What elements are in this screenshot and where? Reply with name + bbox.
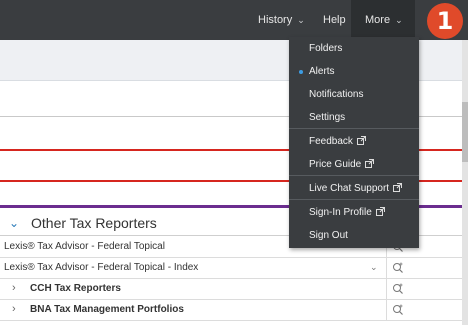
menu-item-label: Sign-In Profile — [309, 207, 372, 218]
scrollbar-thumb[interactable] — [462, 102, 468, 162]
more-dropdown-menu: Folders Alerts Notifications Settings Fe… — [289, 37, 419, 248]
chevron-right-icon[interactable]: › — [12, 303, 16, 315]
help-label: Help — [323, 14, 346, 26]
menu-item-sign-in-profile[interactable]: Sign-In Profile — [289, 201, 419, 224]
section-title: Other Tax Reporters — [31, 215, 157, 231]
chevron-down-icon[interactable]: ⌄ — [370, 262, 378, 273]
menu-item-sign-out[interactable]: Sign Out — [289, 224, 419, 247]
menu-item-live-chat-support[interactable]: Live Chat Support — [289, 177, 419, 200]
external-link-icon — [365, 154, 375, 177]
menu-item-folders[interactable]: Folders — [289, 37, 419, 60]
more-label: More — [365, 14, 391, 26]
source-row[interactable]: › BNA Tax Management Portfolios — [0, 300, 462, 321]
external-link-icon — [393, 178, 403, 201]
source-label[interactable]: BNA Tax Management Portfolios — [30, 304, 184, 315]
menu-item-label: Price Guide — [309, 159, 362, 170]
menu-item-notifications[interactable]: Notifications — [289, 83, 419, 106]
menu-item-label: Settings — [309, 112, 346, 123]
menu-item-label: Sign Out — [309, 230, 348, 241]
menu-item-label: Feedback — [309, 136, 353, 147]
source-row[interactable]: Lexis® Tax Advisor - Federal Topical - I… — [0, 258, 462, 279]
chevron-right-icon[interactable]: › — [12, 282, 16, 294]
help-link[interactable]: Help — [323, 0, 346, 40]
chevron-down-icon[interactable]: ⌄ — [9, 216, 19, 230]
menu-item-label: Notifications — [309, 89, 364, 100]
menu-item-feedback[interactable]: Feedback — [289, 130, 419, 153]
chevron-down-icon: ⌄ — [297, 15, 305, 25]
menu-item-label: Live Chat Support — [309, 183, 390, 194]
step-number-badge: 1 — [427, 3, 463, 39]
external-link-icon — [356, 131, 366, 154]
source-label[interactable]: Lexis® Tax Advisor - Federal Topical - I… — [4, 262, 198, 273]
search-plus-icon[interactable] — [386, 258, 408, 278]
active-dot-icon — [299, 70, 303, 74]
search-plus-icon[interactable] — [386, 279, 408, 299]
source-row[interactable]: › CCH Tax Reporters — [0, 279, 462, 300]
menu-item-settings[interactable]: Settings — [289, 106, 419, 129]
menu-item-price-guide[interactable]: Price Guide — [289, 153, 419, 176]
external-link-icon — [375, 202, 385, 225]
search-plus-icon[interactable] — [386, 300, 408, 320]
history-menu[interactable]: History ⌄ — [258, 0, 305, 40]
top-navigation-bar: History ⌄ Help More ⌄ — [0, 0, 468, 40]
menu-item-label: Alerts — [309, 66, 335, 77]
history-label: History — [258, 14, 293, 26]
menu-item-label: Folders — [309, 43, 343, 54]
menu-item-alerts[interactable]: Alerts — [289, 60, 419, 83]
source-label[interactable]: CCH Tax Reporters — [30, 283, 121, 294]
more-menu[interactable]: More ⌄ — [351, 0, 415, 40]
chevron-down-icon: ⌄ — [395, 15, 403, 25]
scrollbar-track[interactable] — [462, 40, 468, 325]
source-label[interactable]: Lexis® Tax Advisor - Federal Topical — [4, 241, 165, 252]
